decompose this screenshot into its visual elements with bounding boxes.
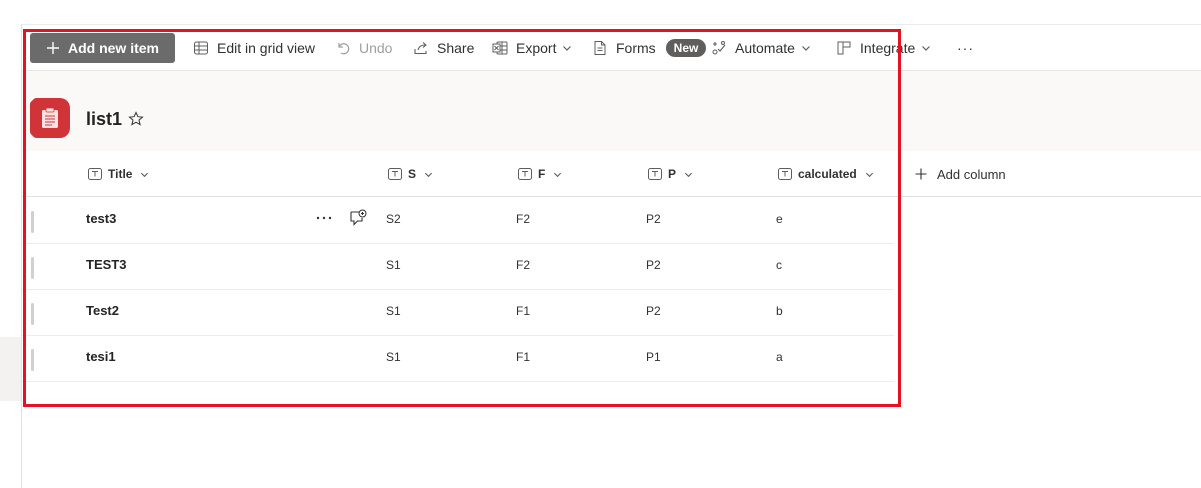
row-title[interactable]: TEST3 — [86, 257, 126, 272]
text-column-icon — [518, 168, 532, 180]
table-row[interactable]: TEST3 S1 F2 P2 c — [22, 243, 894, 290]
undo-button[interactable]: Undo — [335, 25, 392, 70]
automate-label: Automate — [735, 39, 795, 56]
cell-calculated: b — [776, 304, 783, 318]
cell-s: S1 — [386, 304, 401, 318]
more-options-button[interactable]: ··· — [957, 25, 974, 70]
cell-p: P1 — [646, 350, 661, 364]
row-selector[interactable] — [31, 303, 34, 325]
cell-f: F2 — [516, 212, 531, 226]
chevron-down-icon — [141, 172, 149, 177]
column-f-label: F — [538, 167, 546, 181]
integrate-label: Integrate — [860, 39, 916, 56]
column-p-label: P — [668, 167, 677, 181]
cell-s: S1 — [386, 258, 401, 272]
text-column-icon — [648, 168, 662, 180]
chevron-down-icon — [922, 45, 931, 51]
cell-calculated: a — [776, 350, 783, 364]
cell-p: P2 — [646, 304, 661, 318]
column-calculated-label: calculated — [798, 167, 857, 181]
cell-f: F2 — [516, 258, 531, 272]
cell-s: S1 — [386, 350, 401, 364]
cell-p: P2 — [646, 258, 661, 272]
clipboard-icon — [42, 107, 58, 128]
plus-icon — [915, 168, 927, 180]
text-column-icon — [88, 168, 102, 180]
row-title[interactable]: Test2 — [86, 303, 119, 318]
column-s-label: S — [408, 167, 417, 181]
add-comment-icon[interactable] — [349, 209, 367, 227]
add-new-item-button[interactable]: Add new item — [30, 33, 175, 63]
chevron-down-icon — [865, 172, 873, 177]
row-title[interactable]: tesi1 — [86, 349, 116, 364]
export-label: Export — [516, 39, 557, 56]
undo-icon — [338, 42, 350, 54]
table-row[interactable]: test3 S2 F2 P2 e — [22, 197, 894, 244]
edit-grid-view-button[interactable]: Edit in grid view — [193, 25, 315, 70]
add-new-item-label: Add new item — [67, 40, 159, 56]
forms-label: Forms — [616, 39, 656, 56]
excel-icon — [492, 41, 508, 54]
row-actions — [315, 209, 367, 227]
table-row[interactable]: tesi1 S1 F1 P1 a — [22, 335, 894, 382]
row-selector[interactable] — [31, 257, 34, 279]
chevron-down-icon — [424, 172, 433, 177]
cell-f: F1 — [516, 350, 531, 364]
chevron-down-icon — [802, 45, 810, 51]
integrate-button[interactable]: Integrate — [836, 25, 931, 70]
grid-icon — [194, 41, 208, 54]
cell-p: P2 — [646, 212, 661, 226]
add-column-button[interactable]: Add column — [915, 152, 1006, 196]
column-header-f[interactable]: F — [518, 152, 562, 196]
cell-f: F1 — [516, 304, 531, 318]
column-header-s[interactable]: S — [388, 152, 433, 196]
left-rail-marker — [0, 337, 21, 401]
column-header-title[interactable]: Title — [88, 152, 149, 196]
chevron-down-icon — [554, 172, 562, 177]
row-selector[interactable] — [31, 349, 34, 371]
list-title: list1 — [86, 109, 123, 129]
text-column-icon — [778, 168, 792, 180]
automate-button[interactable]: Automate — [711, 25, 811, 70]
column-header-p[interactable]: P — [648, 152, 693, 196]
more-icon[interactable] — [315, 209, 333, 227]
share-icon — [414, 41, 427, 54]
cell-calculated: e — [776, 212, 783, 226]
table-row[interactable]: Test2 S1 F1 P2 b — [22, 289, 894, 336]
automate-icon — [712, 40, 726, 54]
text-column-icon — [388, 168, 402, 180]
list-header — [22, 71, 1201, 151]
favorite-star-icon[interactable] — [128, 111, 144, 127]
cell-s: S2 — [386, 212, 401, 226]
integrate-icon — [837, 41, 851, 54]
row-selector[interactable] — [31, 211, 34, 233]
add-column-label: Add column — [937, 166, 1006, 182]
export-button[interactable]: Export — [492, 25, 572, 70]
column-title-label: Title — [108, 167, 133, 181]
row-title[interactable]: test3 — [86, 211, 116, 226]
share-button[interactable]: Share — [413, 25, 474, 70]
column-header-calculated[interactable]: calculated — [778, 152, 874, 196]
undo-label: Undo — [359, 39, 393, 56]
chevron-down-icon — [563, 45, 572, 51]
left-rail — [0, 24, 22, 488]
form-icon — [594, 40, 606, 55]
edit-grid-view-label: Edit in grid view — [217, 39, 316, 56]
new-badge: New — [665, 38, 707, 57]
chevron-down-icon — [684, 172, 693, 177]
list-icon — [30, 98, 70, 138]
share-label: Share — [437, 39, 475, 56]
command-bar: Add new item Edit in grid view Undo Shar… — [22, 25, 1201, 71]
cell-calculated: c — [776, 258, 782, 272]
top-strip — [0, 0, 1201, 25]
plus-icon — [46, 42, 59, 54]
forms-button[interactable]: Forms New — [592, 25, 707, 70]
